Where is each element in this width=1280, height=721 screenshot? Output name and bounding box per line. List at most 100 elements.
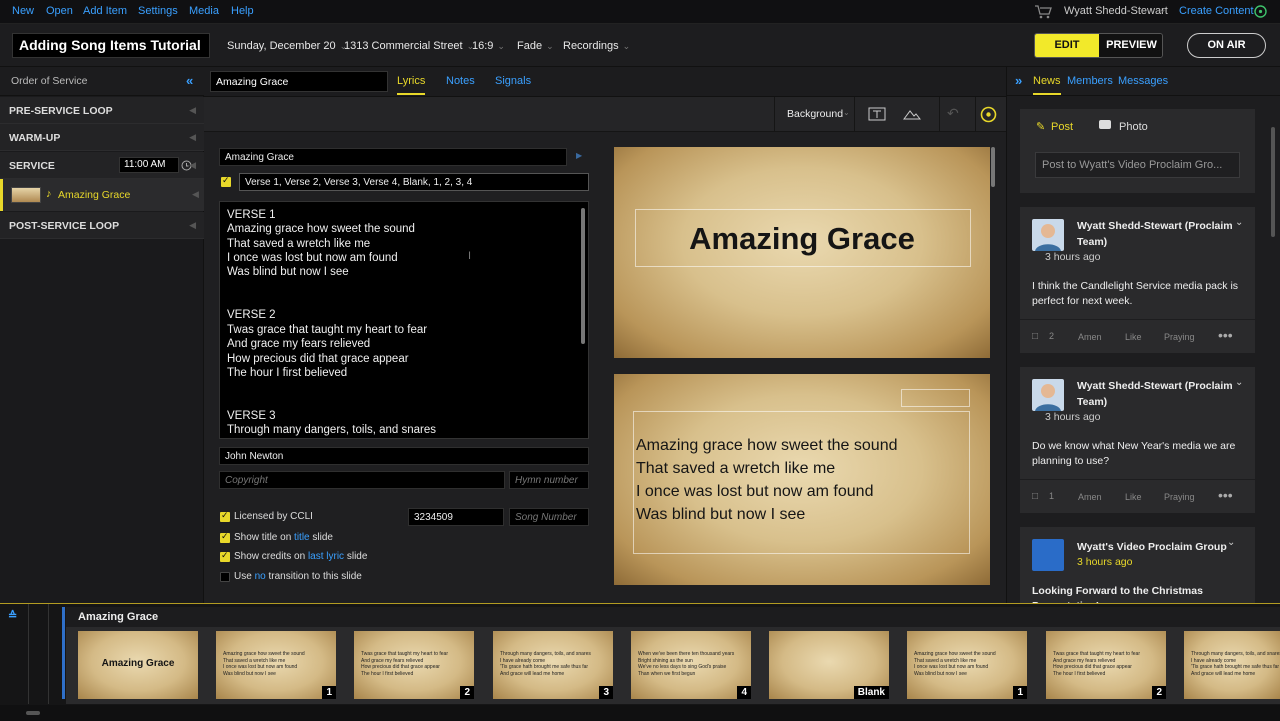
cart-icon[interactable] — [1034, 4, 1052, 19]
sync-icon[interactable] — [1253, 4, 1268, 19]
order-item-amazing-grace[interactable]: ♪ Amazing Grace ◀ — [0, 179, 204, 211]
tab-notes[interactable]: Notes — [446, 75, 475, 87]
text-box-icon[interactable] — [868, 107, 886, 121]
more-icon[interactable]: ••• — [1218, 487, 1233, 503]
on-air-button[interactable]: ON AIR — [1187, 33, 1266, 58]
section-pre-service-loop[interactable]: PRE-SERVICE LOOP ◀ — [0, 97, 204, 124]
tab-news[interactable]: News — [1033, 75, 1061, 95]
collapse-left-icon[interactable]: « — [186, 73, 193, 88]
transition-dropdown[interactable]: Fade — [517, 40, 554, 52]
slide-thumbnail[interactable]: Amazing Grace — [78, 631, 198, 699]
section-warm-up[interactable]: WARM-UP ◀ — [0, 124, 204, 151]
amen-button[interactable]: Amen — [1078, 332, 1102, 342]
comment-icon[interactable]: □ — [1032, 331, 1038, 342]
slide-thumbnail[interactable]: Through many dangers, toils, and snares … — [493, 631, 613, 699]
photo-tab[interactable]: Photo — [1119, 121, 1148, 133]
tab-lyrics[interactable]: Lyrics — [397, 75, 426, 95]
menu-bar: New Open Add Item Settings Media Help Wy… — [0, 0, 1280, 24]
service-time-field[interactable]: 11:00 AM — [119, 157, 179, 173]
tab-signals[interactable]: Signals — [495, 75, 531, 87]
song-number-field[interactable]: Song Number — [509, 508, 589, 526]
tab-messages[interactable]: Messages — [1118, 75, 1168, 87]
like-button[interactable]: Like — [1125, 492, 1142, 502]
collapse-filmstrip-icon[interactable]: ≙ — [8, 609, 17, 622]
title-slide-preview[interactable]: Amazing Grace — [614, 147, 990, 358]
menu-open[interactable]: Open — [46, 5, 73, 17]
date-dropdown[interactable]: Sunday, December 20 — [227, 40, 347, 52]
like-button[interactable]: Like — [1125, 332, 1142, 342]
thumb-text: Twas grace that taught my heart to fear … — [1053, 651, 1140, 677]
chevron-down-icon[interactable]: ⌄ — [1235, 377, 1243, 388]
lyrics-scrollbar[interactable] — [581, 208, 585, 344]
author-field[interactable]: John Newton — [219, 447, 589, 465]
post-author[interactable]: Wyatt Shedd-Stewart (Proclaim Team) — [1077, 378, 1237, 410]
section-service[interactable]: SERVICE 11:00 AM ◀ — [0, 152, 204, 179]
show-credits-label: Show credits on last lyric slide — [234, 551, 368, 562]
song-title-field[interactable]: Amazing Grace — [219, 148, 567, 166]
preview-button[interactable]: PREVIEW — [1099, 34, 1162, 57]
user-menu[interactable]: Wyatt Shedd-Stewart — [1064, 5, 1168, 17]
social-scrollbar[interactable] — [1271, 127, 1275, 237]
amen-button[interactable]: Amen — [1078, 492, 1102, 502]
expand-arrow-icon[interactable]: ◀ — [189, 220, 196, 231]
chevron-down-icon[interactable]: ⌄ — [1235, 217, 1243, 228]
show-credits-checkbox[interactable] — [220, 550, 230, 562]
section-post-service-loop[interactable]: POST-SERVICE LOOP ◀ — [0, 212, 204, 239]
slide-thumbnail[interactable]: Amazing grace how sweet the sound That s… — [907, 631, 1027, 699]
arrow-right-icon[interactable]: ▶ — [576, 151, 582, 160]
collapse-right-icon[interactable]: » — [1015, 73, 1022, 88]
post-author[interactable]: Wyatt's Video Proclaim Group — [1077, 539, 1237, 555]
sync-preview-icon[interactable] — [980, 106, 997, 123]
slide-thumbnail[interactable]: Through many dangers, toils, and snares … — [1184, 631, 1280, 699]
edit-button[interactable]: EDIT — [1035, 34, 1099, 57]
slide-thumbnail[interactable]: Twas grace that taught my heart to fear … — [1046, 631, 1166, 699]
location-dropdown[interactable]: 1313 Commercial Street — [344, 40, 474, 52]
no-transition-checkbox[interactable] — [220, 572, 230, 582]
menu-new[interactable]: New — [12, 5, 34, 17]
slide-thumbnail[interactable]: Blank — [769, 631, 889, 699]
presentation-title[interactable]: Adding Song Items Tutorial — [12, 33, 210, 58]
preview-scrollbar[interactable] — [991, 147, 995, 187]
recordings-dropdown[interactable]: Recordings — [563, 40, 630, 52]
tab-members[interactable]: Members — [1067, 75, 1113, 87]
ccli-number-field[interactable]: 3234509 — [408, 508, 504, 526]
menu-media[interactable]: Media — [189, 5, 219, 17]
lyric-slide-preview[interactable]: Amazing grace how sweet the sound That s… — [614, 374, 990, 585]
expand-arrow-icon[interactable]: ◀ — [192, 189, 199, 200]
more-icon[interactable]: ••• — [1218, 327, 1233, 343]
post-tab[interactable]: Post — [1051, 121, 1073, 133]
news-post: Wyatt Shedd-Stewart (Proclaim Team) ⌄ 3 … — [1020, 367, 1255, 513]
comment-icon[interactable]: □ — [1032, 491, 1038, 502]
hymn-number-field[interactable]: Hymn number — [509, 471, 589, 489]
show-title-checkbox[interactable] — [220, 531, 230, 543]
expand-arrow-icon[interactable]: ◀ — [189, 132, 196, 143]
post-input[interactable]: Post to Wyatt's Video Proclaim Gro... — [1035, 152, 1240, 178]
praying-button[interactable]: Praying — [1164, 492, 1195, 502]
filmstrip-scrollbar[interactable] — [26, 711, 40, 715]
post-author[interactable]: Wyatt Shedd-Stewart (Proclaim Team) — [1077, 218, 1237, 250]
post-time: 3 hours ago — [1045, 251, 1101, 263]
menu-help[interactable]: Help — [231, 5, 254, 17]
playhead[interactable] — [62, 607, 65, 699]
ccli-checkbox[interactable] — [220, 510, 230, 522]
slide-thumbnail[interactable]: When we've been there ten thousand years… — [631, 631, 751, 699]
item-name-field[interactable]: Amazing Grace — [210, 71, 388, 92]
menu-add-item[interactable]: Add Item — [83, 5, 127, 17]
aspect-dropdown[interactable]: 16:9 — [472, 40, 505, 52]
slide-thumbnail[interactable]: Twas grace that taught my heart to fear … — [354, 631, 474, 699]
image-icon[interactable] — [903, 106, 921, 121]
slide-thumbnail[interactable]: Amazing grace how sweet the sound That s… — [216, 631, 336, 699]
chevron-down-icon[interactable]: ⌄ — [1227, 537, 1235, 548]
expand-arrow-icon[interactable]: ◀ — [189, 105, 196, 116]
sequence-field[interactable]: Verse 1, Verse 2, Verse 3, Verse 4, Blan… — [239, 173, 589, 191]
lyric-line: VERSE 3 — [227, 410, 276, 422]
lyrics-textarea[interactable]: VERSE 1 Amazing grace how sweet the soun… — [219, 201, 589, 439]
praying-button[interactable]: Praying — [1164, 332, 1195, 342]
menu-settings[interactable]: Settings — [138, 5, 178, 17]
create-content-link[interactable]: Create Content — [1179, 5, 1254, 17]
undo-icon[interactable]: ↶ — [947, 105, 959, 122]
expand-arrow-icon[interactable]: ◀ — [189, 160, 196, 171]
copyright-field[interactable]: Copyright — [219, 471, 505, 489]
sequence-checkbox[interactable] — [221, 175, 231, 187]
background-dropdown[interactable]: Background — [787, 108, 843, 120]
